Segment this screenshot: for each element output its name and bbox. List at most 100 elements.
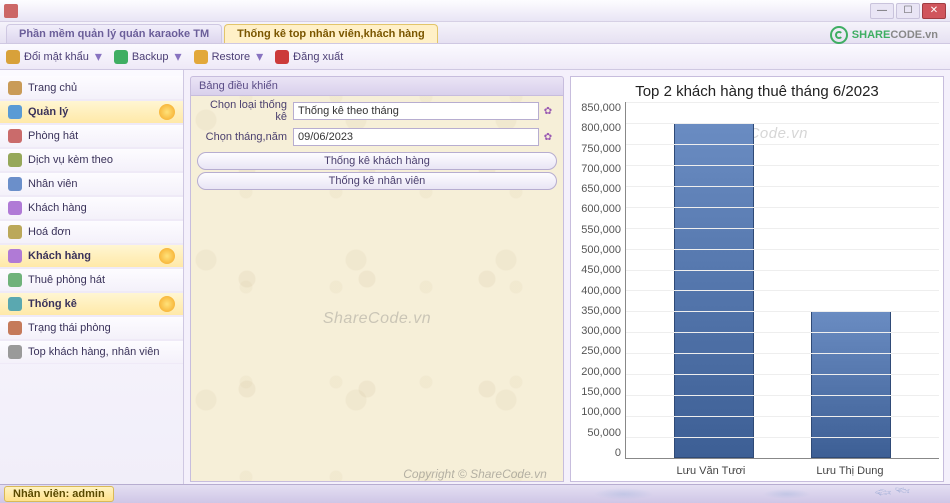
calendar-icon[interactable]: ✿ — [539, 128, 557, 146]
change-password-button[interactable]: Đổi mật khẩu — [6, 50, 89, 64]
y-tick: 250,000 — [581, 345, 621, 357]
status-bar: Nhân viên: admin 𓆟 𓆝 — [0, 484, 950, 503]
sidebar-item-9[interactable]: Thống kê — [0, 292, 183, 316]
y-tick: 800,000 — [581, 122, 621, 134]
key-icon — [6, 50, 20, 64]
month-year-value: 09/06/2023 — [298, 131, 534, 143]
sidebar-item-6[interactable]: Hoá đơn — [0, 220, 183, 244]
sidebar-item-7[interactable]: Khách hàng — [0, 244, 183, 268]
toolbar-overflow-icon[interactable]: ▾ — [95, 48, 102, 65]
tab-0[interactable]: Phần mềm quản lý quán karaoke TM — [6, 24, 222, 43]
ic-inv-icon — [8, 225, 22, 239]
sidebar-item-label: Nhân viên — [28, 178, 78, 190]
stat-customer-button[interactable]: Thống kê khách hàng — [197, 152, 557, 170]
ic-manage-icon — [8, 105, 22, 119]
logout-button[interactable]: Đăng xuất — [275, 50, 343, 64]
y-tick: 850,000 — [581, 102, 621, 114]
y-tick: 650,000 — [581, 183, 621, 195]
sun-icon — [159, 296, 175, 312]
sidebar-item-10[interactable]: Trạng thái phòng — [0, 316, 183, 340]
chart-title: Top 2 khách hàng thuê tháng 6/2023 — [571, 77, 943, 102]
sidebar-item-label: Thống kê — [28, 298, 77, 310]
ic-status-icon — [8, 321, 22, 335]
content-area: Bảng điều khiển Chọn loại thống kê Thống… — [184, 70, 950, 484]
logo-icon — [830, 26, 848, 44]
sidebar-item-2[interactable]: Phòng hát — [0, 124, 183, 148]
sidebar-item-1[interactable]: Quản lý — [0, 100, 183, 124]
sidebar-item-3[interactable]: Dịch vụ kèm theo — [0, 148, 183, 172]
stat-type-value: Thống kê theo tháng — [298, 105, 534, 117]
toolbar-overflow-icon[interactable]: ▾ — [256, 48, 263, 65]
exit-icon — [275, 50, 289, 64]
restore-button[interactable]: Restore — [194, 50, 251, 64]
y-tick: 150,000 — [581, 386, 621, 398]
app-icon — [4, 4, 18, 18]
ic-cust-icon — [8, 201, 22, 215]
ic-top-icon — [8, 345, 22, 359]
y-tick: 700,000 — [581, 163, 621, 175]
sidebar-item-label: Thuê phòng hát — [28, 274, 105, 286]
restore-icon — [194, 50, 208, 64]
ic-staff-icon — [8, 177, 22, 191]
panel-title: Bảng điều khiển — [190, 76, 564, 96]
y-tick: 50,000 — [587, 427, 621, 439]
database-icon — [114, 50, 128, 64]
y-tick: 450,000 — [581, 264, 621, 276]
control-panel: Bảng điều khiển Chọn loại thống kê Thống… — [190, 76, 564, 482]
sidebar-item-label: Dịch vụ kèm theo — [28, 154, 113, 166]
status-decoration — [134, 485, 950, 503]
sidebar-item-label: Top khách hàng, nhân viên — [28, 346, 160, 358]
y-tick: 0 — [615, 447, 621, 459]
sidebar-item-5[interactable]: Khách hàng — [0, 196, 183, 220]
ic-room-icon — [8, 129, 22, 143]
panel-watermark: ShareCode.vn — [323, 310, 431, 328]
stat-staff-button[interactable]: Thống kê nhân viên — [197, 172, 557, 190]
ic-service-icon — [8, 153, 22, 167]
tab-strip: Phần mềm quản lý quán karaoke TMThống kê… — [0, 22, 950, 44]
restore-label: Restore — [212, 51, 251, 63]
y-tick: 400,000 — [581, 285, 621, 297]
toolbar-overflow-icon[interactable]: ▾ — [175, 48, 182, 65]
window-maximize-button[interactable]: ☐ — [896, 3, 920, 19]
y-tick: 100,000 — [581, 406, 621, 418]
fish-icon: 𓆟 𓆝 — [875, 481, 910, 501]
sun-icon — [159, 104, 175, 120]
stat-type-label: Chọn loại thống kê — [197, 99, 293, 123]
y-tick: 550,000 — [581, 224, 621, 236]
panel-body: Chọn loại thống kê Thống kê theo tháng ✿… — [190, 96, 564, 482]
x-label-1: Lưu Thị Dung — [816, 465, 883, 481]
sidebar-item-label: Khách hàng — [28, 250, 91, 262]
dropdown-icon[interactable]: ✿ — [539, 102, 557, 120]
stat-type-select[interactable]: Thống kê theo tháng — [293, 102, 539, 120]
status-user: Nhân viên: admin — [4, 486, 114, 502]
window-minimize-button[interactable]: — — [870, 3, 894, 19]
sidebar-item-label: Quản lý — [28, 106, 68, 118]
chart-panel: Top 2 khách hàng thuê tháng 6/2023 Share… — [570, 76, 944, 482]
sun-icon — [159, 248, 175, 264]
sidebar-item-4[interactable]: Nhân viên — [0, 172, 183, 196]
tab-1[interactable]: Thống kê top nhân viên,khách hàng — [224, 24, 438, 43]
sidebar-item-label: Trạng thái phòng — [28, 322, 111, 334]
chart-plot — [625, 102, 939, 459]
chart-x-axis: Lưu Văn Tươi Lưu Thị Dung — [621, 465, 939, 481]
y-tick: 500,000 — [581, 244, 621, 256]
sidebar-item-0[interactable]: Trang chủ — [0, 76, 183, 100]
ic-rent-icon — [8, 273, 22, 287]
y-tick: 350,000 — [581, 305, 621, 317]
y-tick: 200,000 — [581, 366, 621, 378]
ic-stats-icon — [8, 297, 22, 311]
sharecode-logo: SHARECODE.vn — [830, 26, 938, 44]
backup-button[interactable]: Backup — [114, 50, 169, 64]
ic-cust-icon — [8, 249, 22, 263]
sidebar: Trang chủ Quản lý Phòng hát Dịch vụ kèm the… — [0, 70, 184, 484]
month-year-input[interactable]: 09/06/2023 — [293, 128, 539, 146]
chart-bar-1 — [811, 311, 891, 458]
sidebar-item-label: Hoá đơn — [28, 226, 71, 238]
ic-home-icon — [8, 81, 22, 95]
backup-label: Backup — [132, 51, 169, 63]
window-titlebar: — ☐ ✕ — [0, 0, 950, 22]
sidebar-item-11[interactable]: Top khách hàng, nhân viên — [0, 340, 183, 364]
x-label-0: Lưu Văn Tươi — [677, 465, 746, 481]
sidebar-item-8[interactable]: Thuê phòng hát — [0, 268, 183, 292]
window-close-button[interactable]: ✕ — [922, 3, 946, 19]
